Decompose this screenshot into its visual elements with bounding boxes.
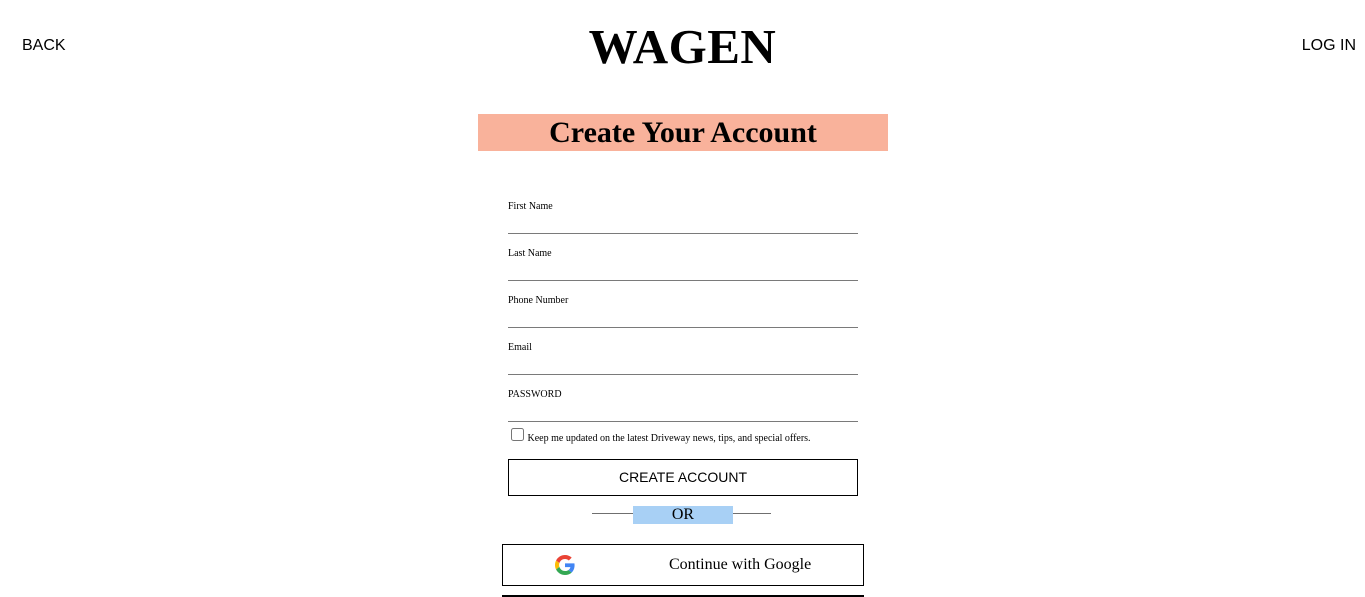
page-title: Create Your Account bbox=[478, 114, 888, 151]
continue-with-google-label: Continue with Google bbox=[669, 556, 812, 573]
password-field: PASSWORD bbox=[508, 378, 858, 422]
password-input[interactable] bbox=[508, 402, 858, 420]
first-name-field: First Name bbox=[508, 190, 858, 234]
last-name-input[interactable] bbox=[508, 261, 858, 279]
updates-optin: Keep me updated on the latest Driveway n… bbox=[511, 428, 811, 446]
create-account-button[interactable]: CREATE ACCOUNT bbox=[508, 459, 858, 496]
first-name-label: First Name bbox=[508, 201, 553, 212]
continue-with-google-button[interactable]: Continue with Google bbox=[502, 544, 864, 586]
email-input[interactable] bbox=[508, 355, 858, 373]
phone-number-field: Phone Number bbox=[508, 284, 858, 328]
email-field: Email bbox=[508, 331, 858, 375]
login-link[interactable]: LOG IN bbox=[1302, 36, 1356, 56]
updates-checkbox-label: Keep me updated on the latest Driveway n… bbox=[527, 432, 811, 444]
brand-logo: WAGEN bbox=[588, 19, 777, 74]
last-name-field: Last Name bbox=[508, 237, 858, 281]
email-label: Email bbox=[508, 342, 532, 353]
google-g-icon bbox=[555, 555, 575, 575]
last-name-label: Last Name bbox=[508, 248, 552, 259]
first-name-input[interactable] bbox=[508, 214, 858, 232]
updates-checkbox[interactable] bbox=[511, 428, 524, 441]
phone-number-label: Phone Number bbox=[508, 295, 569, 306]
password-label: PASSWORD bbox=[508, 389, 562, 400]
phone-number-input[interactable] bbox=[508, 308, 858, 326]
or-divider-label: OR bbox=[633, 506, 733, 524]
